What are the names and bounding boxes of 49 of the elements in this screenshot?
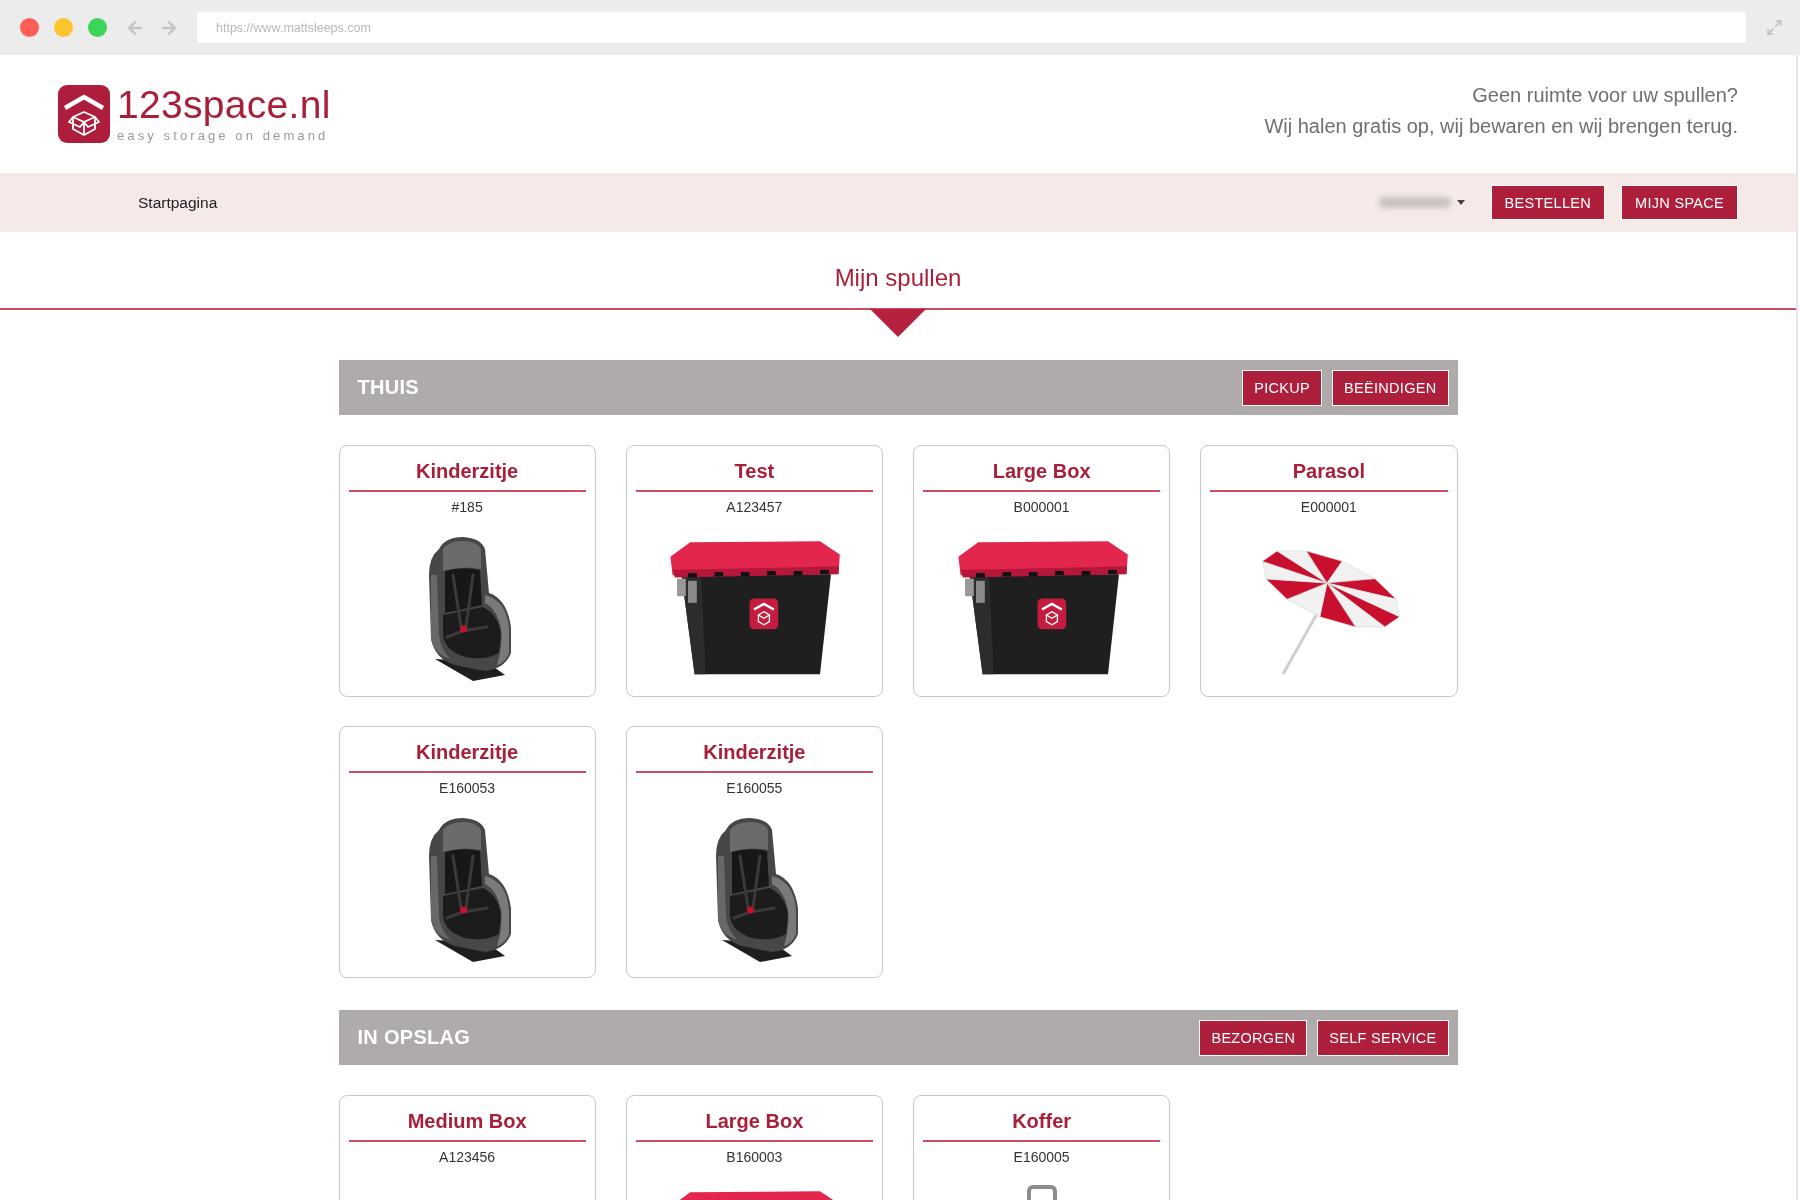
item-card[interactable]: Test A123457 [625, 445, 883, 697]
item-name: Large Box [992, 459, 1091, 484]
nav-button[interactable]: MIJN SPACE [1621, 185, 1738, 220]
item-card[interactable]: Large Box B000001 [913, 445, 1171, 697]
minimize-window-button[interactable] [54, 18, 73, 37]
action-button[interactable]: BEZORGEN [1199, 1019, 1308, 1056]
slogan-line: Wij halen gratis op, wij bewaren en wij brengen terug. [1264, 114, 1738, 139]
item-name: Test [734, 459, 775, 484]
user-menu-button[interactable] [1378, 197, 1465, 208]
zoom-window-button[interactable] [88, 18, 107, 37]
item-name: Kinderzitje [703, 740, 806, 765]
nav-link[interactable]: Startpagina [138, 193, 218, 212]
item-name: Kinderzitje [416, 459, 519, 484]
slogan-line: Geen ruimte voor uw spullen? [1472, 83, 1738, 108]
item-code: A123456 [439, 1148, 496, 1166]
item-name: Medium Box [407, 1109, 527, 1134]
item-code: E160055 [726, 779, 783, 797]
item-name: Large Box [705, 1109, 804, 1134]
section-title: THUIS [357, 376, 419, 399]
section-title: IN OPSLAG [357, 1026, 471, 1049]
item-code: E000001 [1300, 498, 1357, 516]
item-card[interactable]: Medium Box A123456 [338, 1095, 596, 1200]
item-card[interactable]: Kinderzitje E160055 [625, 726, 883, 978]
item-code: #185 [451, 498, 483, 516]
close-window-button[interactable] [20, 18, 39, 37]
action-button[interactable]: BEËINDIGEN [1332, 369, 1449, 406]
item-code: B000001 [1013, 498, 1070, 516]
down-triangle-icon [870, 309, 926, 337]
item-card[interactable]: Koffer E160005 [913, 1095, 1171, 1200]
page-title: Mijn spullen [834, 263, 962, 293]
nav-button[interactable]: BESTELLEN [1490, 185, 1606, 220]
item-card[interactable]: Kinderzitje E160053 [338, 726, 596, 978]
item-card[interactable]: Large Box B160003 [625, 1095, 883, 1200]
item-code: E160053 [439, 779, 496, 797]
caret-icon [1456, 200, 1465, 205]
item-code: A123457 [726, 498, 783, 516]
action-button[interactable]: SELF SERVICE [1317, 1019, 1449, 1056]
brand-name[interactable]: 123space.nl [117, 85, 331, 125]
item-name: Koffer [1012, 1109, 1072, 1134]
brand-tagline: easy storage on demand [117, 128, 330, 143]
logo-icon [58, 85, 110, 143]
item-card[interactable]: Parasol E000001 [1200, 445, 1458, 697]
item-name: Kinderzitje [416, 740, 519, 765]
expand-icon[interactable] [1766, 19, 1783, 36]
item-code: B160003 [726, 1148, 783, 1166]
item-code: E160005 [1013, 1148, 1070, 1166]
item-card[interactable]: Kinderzitje #185 [338, 445, 596, 697]
action-button[interactable]: PICKUP [1242, 369, 1323, 406]
item-name: Parasol [1292, 459, 1365, 484]
